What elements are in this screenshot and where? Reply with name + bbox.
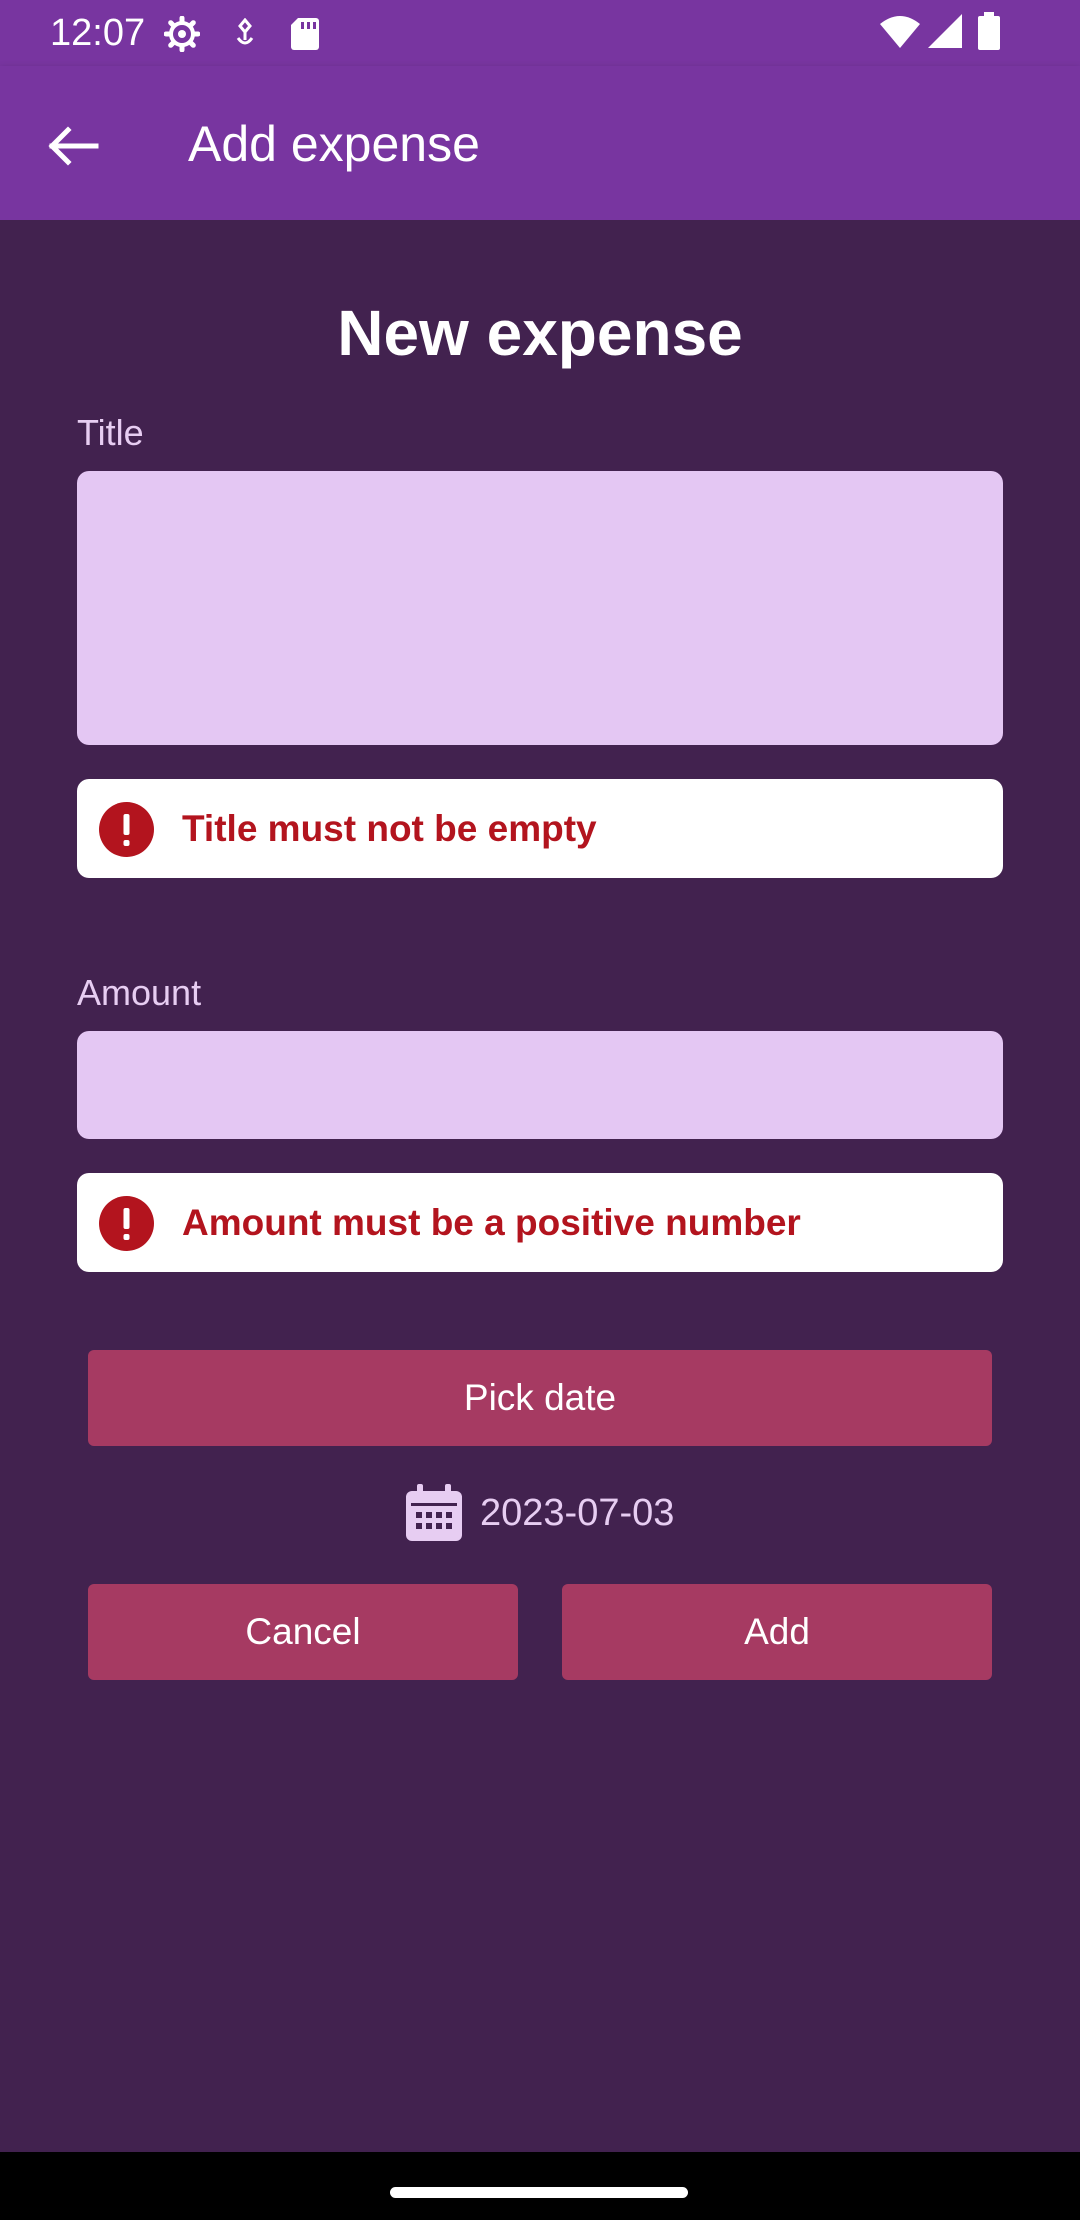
wifi-icon — [880, 16, 920, 48]
app-bar-title: Add expense — [188, 116, 480, 172]
settings-gear-icon — [164, 16, 200, 52]
pick-date-button[interactable]: Pick date — [88, 1350, 992, 1446]
status-bar: 12:07 — [0, 0, 1080, 66]
amount-error-text: Amount must be a positive number — [182, 1202, 801, 1243]
navigation-bar — [0, 2152, 1080, 2220]
error-icon — [99, 802, 154, 857]
error-icon — [99, 1196, 154, 1251]
amount-label: Amount — [77, 972, 202, 1013]
arrow-back-icon — [48, 126, 99, 166]
title-error-message: Title must not be empty — [77, 779, 1003, 878]
amount-error-message: Amount must be a positive number — [77, 1173, 1003, 1272]
add-button[interactable]: Add — [562, 1584, 992, 1680]
title-input[interactable] — [77, 471, 1003, 745]
date-value: 2023-07-03 — [480, 1492, 675, 1534]
back-button[interactable] — [30, 110, 112, 182]
status-time: 12:07 — [50, 12, 146, 54]
amount-input[interactable] — [77, 1031, 1003, 1139]
title-error-text: Title must not be empty — [182, 808, 597, 849]
usb-debug-icon — [236, 18, 254, 45]
home-indicator[interactable] — [390, 2187, 688, 2198]
add-expense-form: New expense Title Title must not be empt… — [0, 220, 1080, 2152]
calendar-icon — [406, 1484, 462, 1541]
sd-card-icon — [291, 18, 319, 50]
app-bar: Add expense — [0, 66, 1080, 220]
title-label: Title — [77, 412, 144, 453]
battery-icon — [978, 12, 1000, 50]
form-heading: New expense — [337, 297, 743, 369]
cancel-button[interactable]: Cancel — [88, 1584, 518, 1680]
cell-signal-icon — [928, 14, 962, 48]
